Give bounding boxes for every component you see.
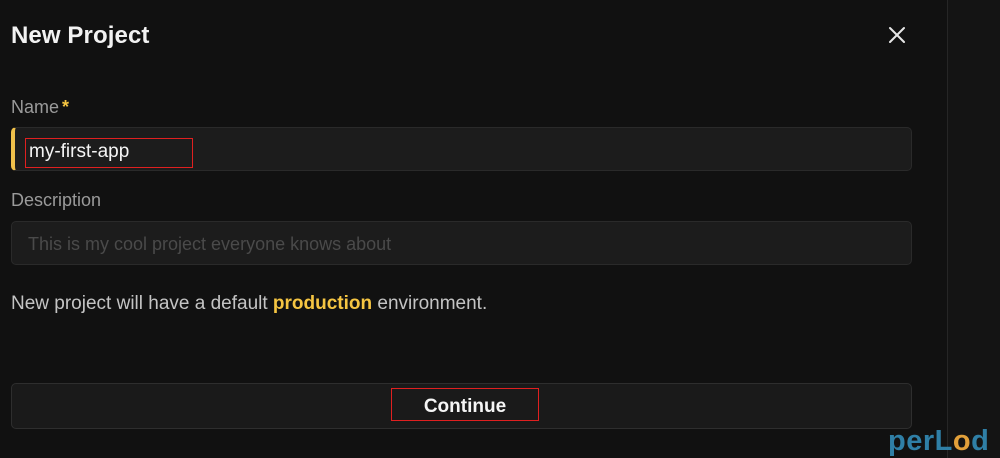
description-field-label: Description — [11, 190, 102, 210]
environment-info-text: New project will have a default producti… — [11, 293, 487, 315]
watermark-text-start: perL — [888, 425, 953, 457]
info-environment-name: production — [272, 293, 373, 314]
required-asterisk: * — [62, 97, 70, 117]
watermark-logo: perLod — [888, 425, 989, 458]
page: New Project Name * my-first-app Descripti… — [0, 0, 1000, 458]
info-prefix: New project will have a default — [11, 293, 268, 314]
watermark-text-end: d — [971, 425, 990, 457]
name-field-label: Name * — [11, 97, 69, 118]
new-project-dialog: New Project Name * my-first-app Descripti… — [0, 0, 947, 458]
close-icon — [889, 27, 905, 43]
close-button[interactable] — [885, 23, 909, 47]
background-panel — [947, 0, 1000, 458]
name-label-text: Name — [11, 97, 60, 117]
description-placeholder: This is my cool project everyone knows a… — [28, 234, 392, 254]
dialog-title: New Project — [11, 22, 150, 49]
continue-button-label: Continue — [423, 396, 507, 417]
info-suffix: environment. — [377, 293, 488, 314]
watermark-text-o: o — [952, 425, 972, 457]
name-input-value: my-first-app — [29, 141, 130, 162]
